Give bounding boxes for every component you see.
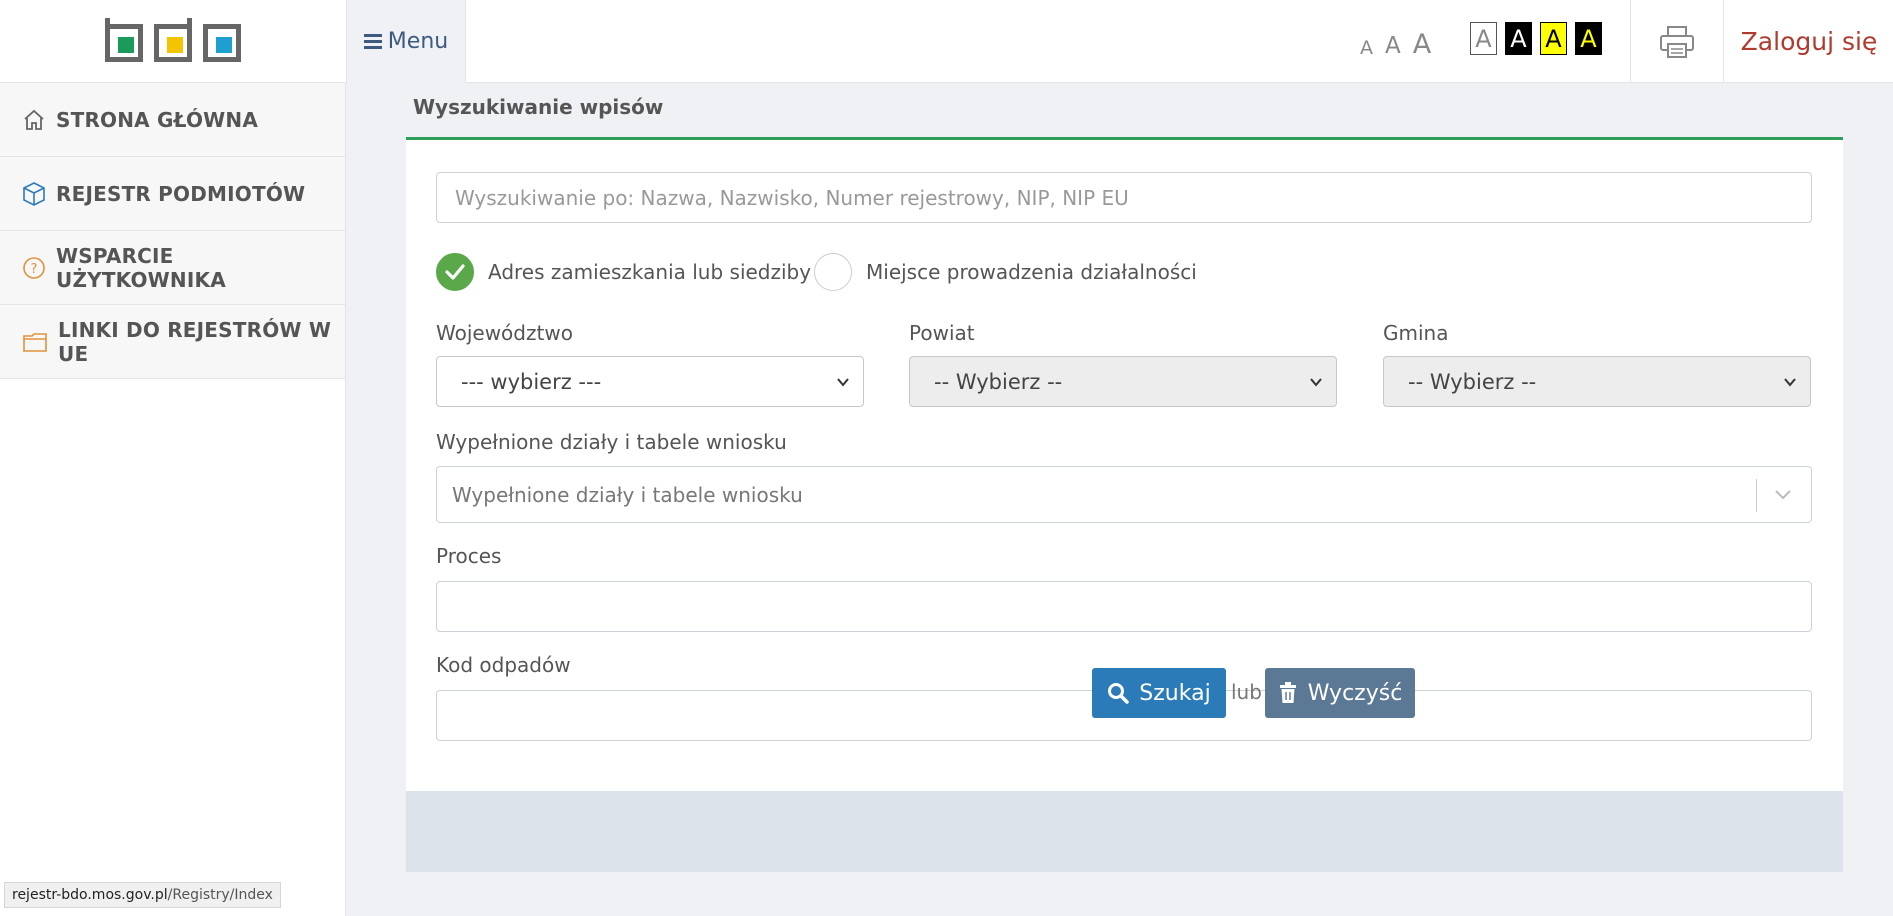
status-bar-url: rejestr-bdo.mos.gov.pl/Registry/Index [4, 882, 281, 908]
cube-icon [23, 181, 45, 206]
radio-business-location[interactable]: Miejsce prowadzenia działalności [814, 253, 1197, 291]
folder-icon [23, 332, 47, 352]
search-button[interactable]: Szukaj [1092, 668, 1226, 718]
contrast-black-white-button[interactable]: A [1505, 22, 1532, 55]
search-form-card: Adres zamieszkania lub siedziby Miejsce … [406, 137, 1843, 872]
gmina-label: Gmina [1383, 321, 1449, 345]
radio-checked-icon [436, 253, 474, 291]
status-url-path: /Registry/Index [167, 887, 273, 903]
menu-button[interactable]: Menu [346, 0, 466, 83]
bdo-logo[interactable] [0, 0, 346, 83]
contrast-yellow-black-button[interactable]: A [1540, 22, 1567, 55]
search-button-label: Szukaj [1139, 680, 1211, 706]
print-button[interactable] [1630, 0, 1724, 83]
chevron-down-icon [837, 378, 849, 387]
font-size-medium-button[interactable]: A [1385, 35, 1401, 58]
clear-button-label: Wyczyść [1307, 680, 1403, 706]
radio-label: Adres zamieszkania lub siedziby [488, 260, 812, 284]
question-icon: ? [23, 256, 45, 279]
powiat-label: Powiat [909, 321, 975, 345]
wojewodztwo-select[interactable]: --- wybierz --- [436, 356, 864, 407]
or-separator: lub [1231, 680, 1262, 704]
dzialy-placeholder: Wypełnione działy i tabele wniosku [452, 482, 803, 507]
wojewodztwo-value: --- wybierz --- [461, 369, 602, 394]
proces-label: Proces [436, 544, 502, 568]
gmina-select[interactable]: -- Wybierz -- [1383, 356, 1811, 407]
logo-square-blue [216, 36, 232, 53]
dzialy-label: Wypełnione działy i tabele wniosku [436, 430, 787, 454]
sidebar-item-eu-links[interactable]: LINKI DO REJESTRÓW W UE [0, 305, 345, 379]
font-size-large-button[interactable]: A [1413, 31, 1431, 58]
dzialy-multiselect[interactable]: Wypełnione działy i tabele wniosku [436, 466, 1812, 523]
sidebar-item-label: WSPARCIE UŻYTKOWNIKA [56, 243, 226, 292]
home-icon [24, 109, 44, 130]
hamburger-icon [363, 33, 382, 50]
sidebar: STRONA GŁÓWNA REJESTR PODMIOTÓW ? WSPARC… [0, 83, 346, 916]
font-size-small-button[interactable]: A [1360, 39, 1373, 58]
logo-square-green [118, 36, 134, 53]
sidebar-item-support[interactable]: ? WSPARCIE UŻYTKOWNIKA [0, 231, 345, 305]
sidebar-item-register[interactable]: REJESTR PODMIOTÓW [0, 157, 345, 231]
search-icon [1108, 683, 1130, 704]
sidebar-item-home[interactable]: STRONA GŁÓWNA [0, 83, 345, 157]
powiat-select[interactable]: -- Wybierz -- [909, 356, 1337, 407]
logo-frame-o [203, 23, 241, 62]
dropdown-separator [1756, 479, 1757, 512]
contrast-black-yellow-button[interactable]: A [1575, 22, 1602, 55]
gmina-value: -- Wybierz -- [1408, 369, 1537, 394]
font-size-controls: A A A [1360, 22, 1431, 58]
clear-button[interactable]: Wyczyść [1265, 668, 1415, 718]
menu-label: Menu [387, 29, 449, 54]
chevron-down-icon [1310, 378, 1322, 387]
form-actions-bar [406, 791, 1843, 872]
printer-icon [1660, 25, 1694, 58]
kod-odpadow-label: Kod odpadów [436, 653, 571, 677]
chevron-down-icon [1784, 378, 1796, 387]
chevron-down-icon [1775, 490, 1791, 500]
logo-frame-b [105, 23, 143, 62]
contrast-default-button[interactable]: A [1470, 22, 1497, 55]
sidebar-item-label: STRONA GŁÓWNA [56, 107, 259, 132]
logo-stem-d [187, 17, 192, 30]
powiat-value: -- Wybierz -- [934, 369, 1063, 394]
logo-square-yellow [167, 36, 183, 53]
svg-text:?: ? [31, 262, 38, 277]
status-url-host: rejestr-bdo.mos.gov.pl [12, 887, 168, 903]
radio-label: Miejsce prowadzenia działalności [866, 260, 1197, 284]
trash-icon [1279, 682, 1296, 703]
page-title: Wyszukiwanie wpisów [413, 95, 664, 119]
logo-mark [105, 17, 241, 66]
radio-address-residence[interactable]: Adres zamieszkania lub siedziby [436, 253, 811, 291]
proces-input[interactable] [436, 581, 1812, 632]
login-link[interactable]: Zaloguj się [1725, 0, 1893, 83]
top-bar: Menu A A A A A A A Zaloguj się [0, 0, 1893, 83]
search-input[interactable] [436, 172, 1812, 223]
wojewodztwo-label: Województwo [436, 321, 573, 345]
sidebar-item-label: LINKI DO REJESTRÓW W UE [58, 317, 332, 366]
sidebar-item-label: REJESTR PODMIOTÓW [56, 181, 306, 206]
radio-unchecked-icon [814, 253, 852, 291]
contrast-controls: A A A A [1470, 22, 1602, 55]
